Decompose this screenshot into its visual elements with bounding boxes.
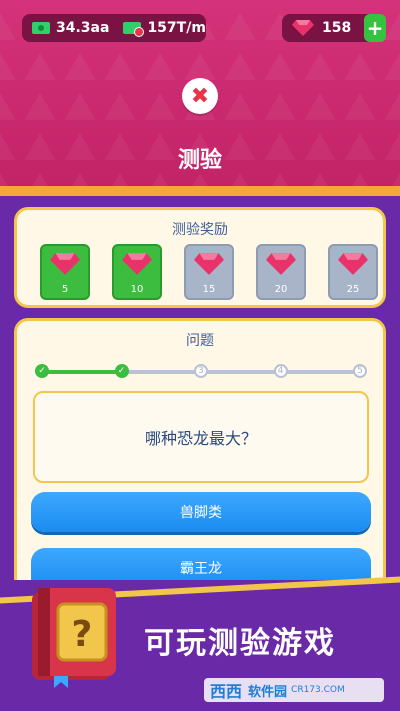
reward-item: 5 [40,244,90,300]
question-progress: ✓ ✓ 3 4 5 [35,364,367,380]
progress-step: ✓ [35,364,49,378]
question-box: 哪种恐龙最大？ [33,391,369,483]
progress-step: 5 [353,364,367,378]
reward-item: 15 [184,244,234,300]
reward-list: 5 10 15 20 25 [40,244,378,300]
income-rate-icon [123,22,145,37]
money-amount: 34.3aa [56,20,110,36]
income-rate: 157T/m [147,20,206,36]
reward-value: 25 [346,284,360,295]
progress-track [201,370,281,374]
cash-icon [32,22,50,34]
gem-icon [292,20,314,36]
reward-item: 20 [256,244,306,300]
gem-icon [122,253,152,275]
progress-step: ✓ [114,364,129,378]
rewards-card: 测验奖励 5 10 15 20 25 [14,207,386,308]
gem-icon [194,253,224,275]
progress-track [121,370,201,374]
question-section-label: 问题 [186,333,214,349]
gem-count: 158 [322,20,352,36]
reward-item: 25 [328,244,378,300]
rewards-label: 测验奖励 [172,222,228,238]
reward-value: 20 [274,284,288,295]
gem-icon [266,253,296,275]
book-question-mark: ? [72,614,93,655]
gem-icon [50,253,80,275]
progress-track [280,370,360,374]
progress-step: 4 [273,364,288,378]
quiz-book-icon: ? [32,588,116,688]
watermark-logo: 西西 [210,682,243,701]
banner-text: 可玩测验游戏 [144,626,336,661]
answer-button-1[interactable]: 兽脚类 [31,492,371,532]
watermark: 西西 软件园 CR173.COM [204,678,384,702]
reward-value: 15 [202,284,216,295]
watermark-text: 软件园 [248,684,288,700]
watermark-url: CR173.COM [291,685,345,695]
progress-track [42,370,122,374]
page-title: 测验 [177,148,222,173]
header-divider [0,186,400,196]
reward-value: 10 [130,284,144,295]
gem-panel: 158 + [282,14,386,42]
progress-step: 3 [194,364,208,378]
close-button[interactable]: ✖ [182,78,218,114]
quiz-card: 问题 ✓ ✓ 3 4 5 哪种恐龙最大？ 兽脚类 霸王龙 [14,318,386,598]
add-gems-button[interactable]: + [364,14,386,42]
reward-value: 5 [61,284,69,295]
gem-icon [338,253,368,275]
close-icon: ✖ [190,83,210,109]
question-text: 哪种恐龙最大？ [144,429,257,448]
reward-item: 10 [112,244,162,300]
currency-panel: 34.3aa 157T/m [22,14,206,42]
